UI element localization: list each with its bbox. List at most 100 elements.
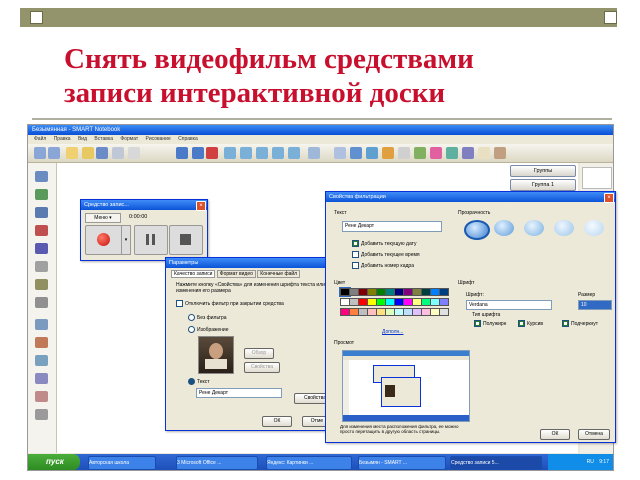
add-date-label: Добавить текущую дату	[361, 240, 417, 247]
new-page-icon[interactable]	[66, 147, 78, 159]
color-swatch[interactable]	[439, 298, 449, 306]
page-sorter-tab[interactable]	[582, 167, 612, 189]
table-icon[interactable]	[308, 147, 320, 159]
menu-view[interactable]: Вид	[78, 136, 87, 142]
underline-checkbox[interactable]: Подчеркнут	[562, 320, 598, 328]
tool-pen-icon[interactable]	[35, 243, 48, 254]
fill-icon[interactable]	[462, 147, 474, 159]
groups-button[interactable]: Группы	[510, 165, 576, 177]
record-button[interactable]	[85, 225, 123, 255]
tool-brush-icon[interactable]	[35, 261, 48, 272]
screen-shade-icon[interactable]	[224, 147, 236, 159]
font-select[interactable]: Verdana	[466, 300, 552, 310]
taskbar-item-office[interactable]: 3 Microsoft Office ...	[176, 456, 258, 470]
taskbar-item-recorder[interactable]: Средство записи 5...	[450, 456, 542, 470]
record-options-icon[interactable]: ▾	[121, 225, 131, 255]
transparency-option-5[interactable]	[584, 220, 604, 236]
tool-eraser-icon[interactable]	[35, 279, 48, 290]
image-properties-button[interactable]: Свойства	[244, 362, 280, 373]
tray-lang[interactable]: RU	[587, 459, 594, 465]
capture-icon[interactable]	[256, 147, 268, 159]
menu-edit[interactable]: Правка	[54, 136, 71, 142]
text-radio[interactable]: Текст	[188, 378, 210, 386]
menu-help[interactable]: Справка	[178, 136, 198, 142]
stop-button[interactable]	[169, 225, 203, 255]
screen-icon[interactable]	[288, 147, 300, 159]
watermark-text-field[interactable]: Рене Декарт	[196, 388, 282, 398]
no-watermark-radio[interactable]: Без фильтра	[188, 314, 227, 322]
select-arrow-icon[interactable]	[334, 147, 346, 159]
group1-button[interactable]: Группа 1	[510, 179, 576, 191]
menu-file[interactable]: Файл	[34, 136, 46, 142]
menu-draw[interactable]: Рисование	[146, 136, 171, 142]
tool-attach-icon[interactable]	[35, 225, 48, 236]
delete-icon[interactable]	[206, 147, 218, 159]
tool-keyboard-icon[interactable]	[35, 319, 48, 330]
prev-page-icon[interactable]	[34, 147, 46, 159]
transparency-option-4[interactable]	[554, 220, 574, 236]
pause-button[interactable]	[134, 225, 168, 255]
slide-top-bar	[20, 8, 617, 27]
start-button[interactable]: пуск	[28, 454, 80, 470]
font-style-label: Тип шрифта	[472, 312, 501, 318]
transparency-option-2[interactable]	[494, 220, 514, 236]
tool-magnifier-icon[interactable]	[35, 297, 48, 308]
wm-cancel-button[interactable]: Отмена	[578, 429, 610, 440]
browse-button[interactable]: Обзор	[244, 348, 274, 359]
taskbar-item-school[interactable]: Авторская школа	[88, 456, 156, 470]
next-page-icon[interactable]	[48, 147, 60, 159]
open-icon[interactable]	[82, 147, 94, 159]
transparency-option-3[interactable]	[524, 220, 544, 236]
wm-text-group-label: Текст	[334, 210, 347, 216]
display-icon[interactable]	[272, 147, 284, 159]
tool-people-icon[interactable]	[35, 189, 48, 200]
bold-checkbox[interactable]: Полужирн	[474, 320, 506, 328]
taskbar-item-notebook[interactable]: Безымян - SMART ...	[358, 456, 446, 470]
more-colors-link[interactable]: Дополн...	[382, 329, 403, 335]
add-date-checkbox[interactable]: Добавить текущую дату	[352, 240, 417, 248]
tool-screen-icon[interactable]	[35, 355, 48, 366]
line-icon[interactable]	[414, 147, 426, 159]
image-radio[interactable]: Изображение	[188, 326, 229, 334]
redo-icon[interactable]	[192, 147, 204, 159]
menu-insert[interactable]: Вставка	[94, 136, 113, 142]
disable-watermark-checkbox[interactable]: Отключить фильтр при закрытии средства	[176, 300, 284, 308]
tool-group-icon[interactable]	[35, 207, 48, 218]
add-time-checkbox[interactable]: Добавить текущее время	[352, 251, 420, 259]
color-swatch[interactable]	[439, 308, 449, 316]
creative-pen-icon[interactable]	[366, 147, 378, 159]
taskbar-item-yandex[interactable]: Яндекс: Картинки ...	[266, 456, 352, 470]
full-screen-icon[interactable]	[240, 147, 252, 159]
tool-select-icon[interactable]	[35, 171, 48, 182]
watermark-close-icon[interactable]: ×	[604, 193, 614, 203]
recorder-menu-button[interactable]: Меню ▾	[85, 213, 121, 223]
tool-help-icon[interactable]	[35, 409, 48, 420]
magic-pen-icon[interactable]	[446, 147, 458, 159]
size-select[interactable]: 10	[578, 300, 612, 310]
save-icon[interactable]	[96, 147, 108, 159]
eraser-icon[interactable]	[398, 147, 410, 159]
transparency-option-1[interactable]	[464, 220, 490, 240]
params-ok-button[interactable]: ОК	[262, 416, 292, 427]
wm-text-field[interactable]: Рене Декарт	[342, 221, 442, 232]
italic-checkbox[interactable]: Курсив	[518, 320, 543, 328]
tool-record-icon[interactable]	[35, 337, 48, 348]
undo-icon[interactable]	[176, 147, 188, 159]
properties-icon[interactable]	[494, 147, 506, 159]
wm-ok-button[interactable]: ОК	[540, 429, 570, 440]
highlighter-icon[interactable]	[382, 147, 394, 159]
shapes-icon[interactable]	[430, 147, 442, 159]
menu-format[interactable]: Формат	[120, 136, 138, 142]
tab-video-format[interactable]: Формат видео	[216, 270, 256, 278]
tool-page-icon[interactable]	[35, 373, 48, 384]
copy-icon[interactable]	[128, 147, 140, 159]
tab-quality[interactable]: Качество записи	[171, 270, 216, 278]
recorder-close-icon[interactable]: ×	[196, 201, 206, 211]
tab-output-files[interactable]: Конечные файл	[257, 270, 301, 278]
pen-icon[interactable]	[350, 147, 362, 159]
paste-icon[interactable]	[112, 147, 124, 159]
tool-settings-icon[interactable]	[35, 391, 48, 402]
text-icon[interactable]	[478, 147, 490, 159]
color-swatch[interactable]	[439, 288, 449, 296]
add-frame-checkbox[interactable]: Добавить номер кадра	[352, 262, 414, 270]
